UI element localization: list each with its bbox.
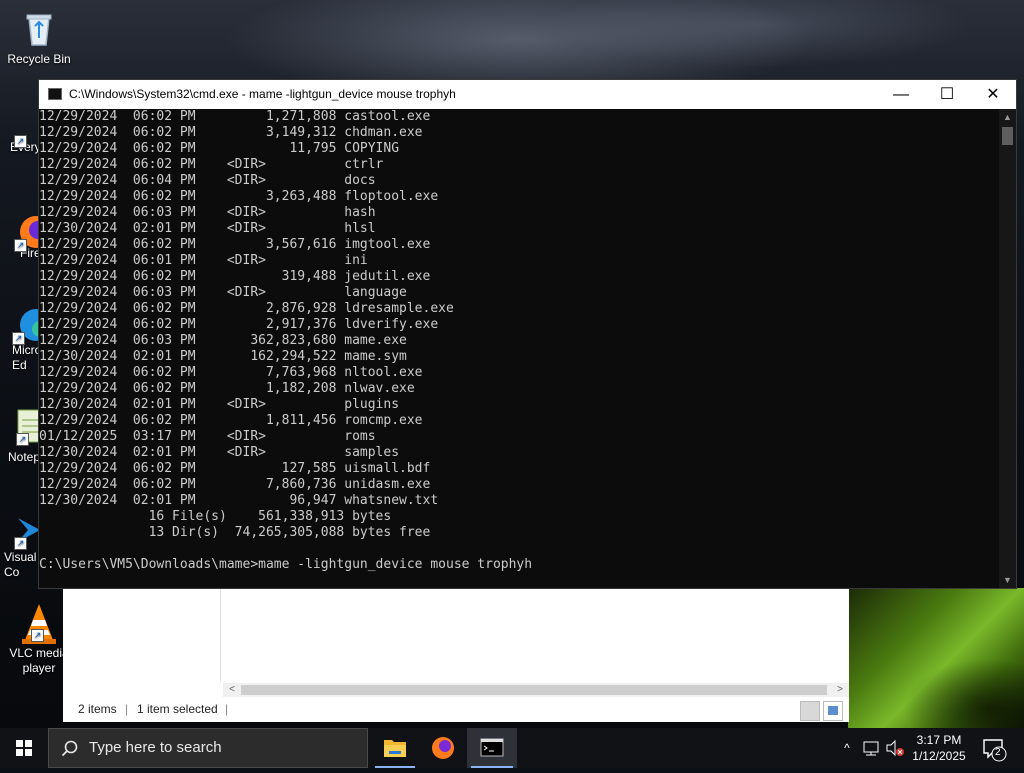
cmd-icon [480,738,504,757]
firefox-icon [432,737,454,759]
notification-icon [983,739,1007,762]
taskbar-search-box[interactable]: Type here to search [48,728,368,768]
notification-center-button[interactable]: 2 [978,728,1010,768]
console-line: 12/29/2024 06:02 PM 1,271,808 castool.ex… [39,109,431,124]
console-line: 12/29/2024 06:02 PM 11,795 COPYING [39,141,400,156]
status-separator: | [125,702,129,716]
console-line: 12/29/2024 06:01 PM <DIR> ini [39,253,368,268]
explorer-status-bar: 2 items | 1 item selected | [63,697,849,722]
large-icons-view-icon[interactable] [823,701,843,721]
cmd-window-title: C:\Windows\System32\cmd.exe - mame -ligh… [69,87,456,101]
console-line: 12/30/2024 02:01 PM <DIR> plugins [39,397,400,412]
close-icon[interactable]: ✕ [970,80,1016,109]
file-explorer-window[interactable]: < > 2 items | 1 item selected | [63,588,849,722]
explorer-navigation-pane[interactable] [63,588,221,683]
console-line: 12/29/2024 06:02 PM 1,182,208 nlwav.exe [39,381,415,396]
shortcut-arrow-icon: ↗ [14,239,27,252]
chevron-right-icon[interactable]: > [833,683,847,697]
shortcut-arrow-icon: ↗ [14,135,27,148]
minimize-icon[interactable]: — [878,80,924,109]
console-line: 12/29/2024 06:02 PM 2,876,928 ldresample… [39,301,454,316]
console-line: 12/29/2024 06:03 PM <DIR> hash [39,205,376,220]
volume-muted-icon[interactable] [884,728,906,768]
windows-logo-icon [16,740,32,756]
cmd-console-output[interactable]: 12/29/2024 06:02 PM 1,271,808 castool.ex… [39,109,999,588]
console-line: 12/29/2024 06:02 PM 1,811,456 romcmp.exe [39,413,423,428]
status-item-count: 2 items [78,702,117,716]
cmd-app-icon [48,88,62,100]
recycle-bin-icon [19,8,59,48]
console-line: 12/29/2024 06:02 PM 3,567,616 imgtool.ex… [39,237,431,252]
shortcut-arrow-icon: ↗ [12,332,25,345]
taskbar-clock[interactable]: 3:17 PM 1/12/2025 [906,728,972,772]
explorer-content-area[interactable] [221,588,849,683]
folder-icon [384,740,406,757]
console-line: 12/29/2024 06:04 PM <DIR> docs [39,173,376,188]
console-line: C:\Users\VM5\Downloads\mame>mame -lightg… [39,557,533,572]
cmd-title-bar[interactable]: C:\Windows\System32\cmd.exe - mame -ligh… [39,80,1016,109]
chevron-up-icon[interactable]: ▲ [999,109,1016,125]
search-placeholder: Type here to search [89,739,222,756]
console-line: 12/30/2024 02:01 PM <DIR> hlsl [39,221,376,236]
shortcut-arrow-icon: ↗ [31,629,44,642]
console-line: 12/29/2024 06:02 PM 319,488 jedutil.exe [39,269,431,284]
console-line: 12/30/2024 02:01 PM 96,947 whatsnew.txt [39,493,439,508]
console-line: 12/29/2024 06:02 PM 2,917,376 ldverify.e… [39,317,439,332]
command-prompt-window[interactable]: C:\Windows\System32\cmd.exe - mame -ligh… [38,79,1017,589]
scrollbar-thumb[interactable] [1002,127,1013,145]
status-separator: | [225,702,229,716]
chevron-down-icon[interactable]: ▼ [999,572,1016,588]
chevron-left-icon[interactable]: < [225,683,239,697]
console-line: 12/29/2024 06:02 PM 3,263,488 floptool.e… [39,189,439,204]
desktop-icon-label: Recycle Bin [7,52,71,66]
console-line: 12/29/2024 06:02 PM 127,585 uismall.bdf [39,461,431,476]
search-icon [61,740,78,757]
details-view-icon[interactable] [800,701,820,721]
desktop-icon-recycle-bin[interactable]: Recycle Bin [2,8,76,67]
vlc-cone-icon: ↗ [19,602,59,644]
network-icon[interactable] [860,728,882,768]
notification-count-badge: 2 [995,747,1001,758]
explorer-horizontal-scrollbar[interactable]: < > [223,683,849,697]
shortcut-arrow-icon: ↗ [16,433,29,446]
taskbar-firefox[interactable] [419,728,467,768]
taskbar-command-prompt[interactable] [467,728,517,768]
show-hidden-icons-chevron-up-icon[interactable]: ^ [836,728,858,768]
wallpaper-tent-shadow [848,588,1024,728]
console-line: 12/29/2024 06:02 PM <DIR> ctrlr [39,157,384,172]
console-line: 12/29/2024 06:02 PM 7,860,736 unidasm.ex… [39,477,431,492]
console-line: 12/29/2024 06:02 PM 3,149,312 chdman.exe [39,125,423,140]
start-button[interactable] [0,728,48,768]
shortcut-arrow-icon: ↗ [14,537,27,550]
console-line: 12/29/2024 06:03 PM 362,823,680 mame.exe [39,333,407,348]
taskbar: Type here to search ^ 3:17 PM 1/12/2025 [0,728,1024,768]
console-line: 12/29/2024 06:03 PM <DIR> language [39,285,407,300]
console-line: 12/29/2024 06:02 PM 7,763,968 nltool.exe [39,365,423,380]
desktop-icon-label: Visual Co [4,550,37,579]
console-line: 13 Dir(s) 74,265,305,088 bytes free [39,525,431,540]
console-line: 12/30/2024 02:01 PM 162,294,522 mame.sym [39,349,407,364]
maximize-icon[interactable]: ☐ [924,80,970,109]
status-selected-count: 1 item selected [137,702,218,716]
scrollbar-thumb[interactable] [241,685,827,695]
taskbar-file-explorer[interactable] [371,728,419,768]
cmd-vertical-scrollbar[interactable]: ▲ ▼ [999,109,1016,588]
clock-date: 1/12/2025 [912,749,966,763]
clock-time: 3:17 PM [916,733,962,747]
console-line: 12/30/2024 02:01 PM <DIR> samples [39,445,400,460]
console-line: 01/12/2025 03:17 PM <DIR> roms [39,429,376,444]
console-line: 16 File(s) 561,338,913 bytes [39,509,392,524]
